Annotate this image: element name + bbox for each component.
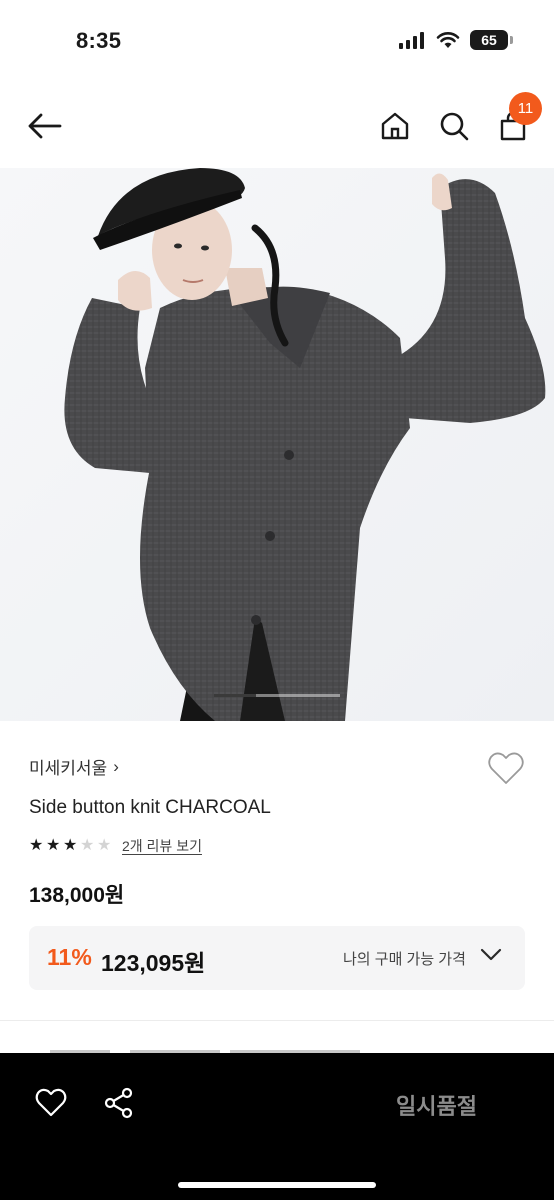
- rating-row: ★ ★ ★ ★ ★ 2개 리뷰 보기: [29, 836, 202, 856]
- product-image-carousel[interactable]: [0, 168, 554, 721]
- carousel-progress-thumb: [214, 694, 256, 697]
- star-filled-icon: ★: [63, 837, 78, 854]
- star-filled-icon: ★: [46, 837, 61, 854]
- chevron-right-icon: ›: [113, 756, 119, 776]
- sold-out-button[interactable]: 일시품절: [396, 1089, 477, 1121]
- wishlist-button[interactable]: [486, 749, 526, 789]
- search-icon: [440, 112, 469, 141]
- status-icons: 65: [398, 30, 513, 50]
- share-icon: [104, 1087, 133, 1119]
- battery-icon: 65: [470, 30, 513, 50]
- product-name: Side button knit CHARCOAL: [29, 797, 271, 818]
- nav-bar: [0, 84, 554, 168]
- arrow-left-icon: [28, 113, 62, 139]
- star-filled-icon: ★: [29, 837, 44, 854]
- share-button[interactable]: [99, 1083, 139, 1123]
- back-button[interactable]: [26, 108, 62, 144]
- carousel-progress: [214, 694, 340, 697]
- my-price-label: 나의 구매 가능 가격: [343, 951, 466, 968]
- original-price: 138,000원: [29, 884, 125, 907]
- chevron-down-icon: [480, 948, 502, 961]
- section-divider: [0, 1020, 554, 1021]
- heart-icon: [35, 1088, 67, 1117]
- heart-icon: [488, 752, 524, 784]
- product-photo: [0, 168, 554, 721]
- star-empty-icon: ★: [97, 837, 112, 854]
- discount-price: 123,095원: [101, 950, 206, 976]
- status-bar: 8:35 65: [0, 0, 554, 84]
- search-button[interactable]: [436, 108, 472, 144]
- discount-rate: 11%: [47, 944, 92, 970]
- wifi-icon: [436, 32, 460, 48]
- my-price-dropdown[interactable]: 11% 123,095원 나의 구매 가능 가격: [29, 926, 525, 990]
- home-button[interactable]: [377, 108, 413, 144]
- review-link[interactable]: 2개 리뷰 보기: [122, 836, 202, 856]
- bottom-action-bar: 일시품절: [0, 1053, 554, 1200]
- status-time: 8:35: [76, 28, 122, 53]
- brand-link[interactable]: 미세키서울 ›: [29, 754, 119, 779]
- bottom-wishlist-button[interactable]: [31, 1083, 71, 1123]
- brand-name: 미세키서울: [29, 759, 108, 778]
- signal-icon: [399, 32, 424, 49]
- star-empty-icon: ★: [80, 837, 95, 854]
- home-indicator: [178, 1182, 376, 1188]
- cart-count-badge: 11: [509, 92, 542, 125]
- battery-level: 65: [481, 32, 497, 48]
- home-icon: [381, 112, 409, 140]
